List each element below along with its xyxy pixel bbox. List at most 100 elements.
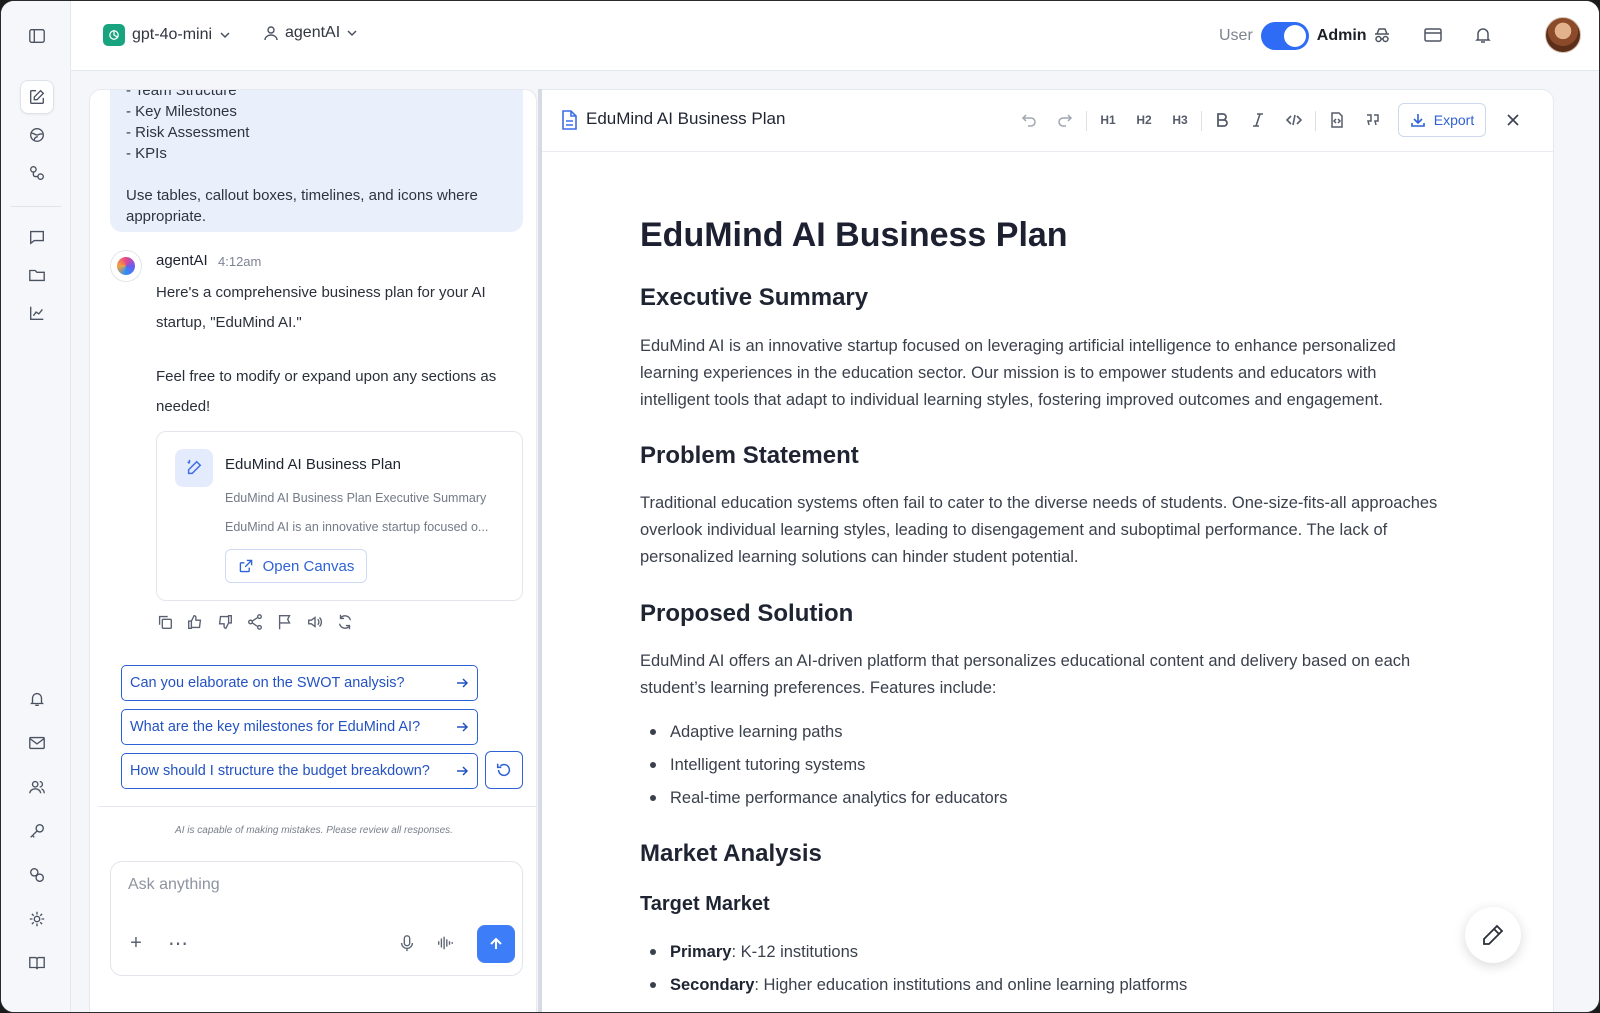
analytics-icon[interactable] <box>20 296 54 330</box>
edit-pencil-icon <box>175 449 213 487</box>
suggestion-label: How should I structure the budget breakd… <box>130 763 430 779</box>
explore-icon[interactable] <box>20 118 54 152</box>
refresh-icon <box>496 763 511 777</box>
user-message-bubble: - Team Structure - Key Milestones - Risk… <box>110 90 523 232</box>
left-rail <box>1 1 71 1012</box>
list-item: Real-time performance analytics for educ… <box>640 786 1007 819</box>
export-label: Export <box>1433 112 1475 128</box>
export-button[interactable]: Export <box>1398 103 1486 137</box>
user-avatar[interactable] <box>1545 17 1581 53</box>
item-label: Secondary <box>670 976 755 994</box>
list-item: Intelligent tutoring systems <box>640 753 1007 786</box>
card-preview: EduMind AI is an innovative startup focu… <box>225 520 489 534</box>
person-icon <box>264 26 278 41</box>
canvas-title: EduMind AI Business Plan <box>586 109 786 128</box>
close-canvas-icon[interactable] <box>1502 109 1524 131</box>
section-heading: Executive Summary <box>640 284 869 311</box>
agent-name: agentAI <box>156 252 208 269</box>
quote-icon[interactable] <box>1362 109 1384 131</box>
users-icon[interactable] <box>20 770 54 804</box>
external-link-icon <box>239 559 252 573</box>
share-icon[interactable] <box>246 613 264 631</box>
send-button[interactable] <box>477 925 515 963</box>
role-switch: User Admin <box>1219 22 1367 50</box>
thumbs-down-icon[interactable] <box>216 613 234 631</box>
billing-card-icon[interactable] <box>1423 25 1443 45</box>
message-composer: + ⋯ <box>110 861 523 976</box>
undo-icon[interactable] <box>1018 109 1040 131</box>
role-toggle[interactable] <box>1260 22 1309 50</box>
workflow-icon[interactable] <box>20 156 54 190</box>
more-options-icon[interactable]: ⋯ <box>168 933 188 955</box>
section-heading: Proposed Solution <box>640 600 854 627</box>
flag-icon[interactable] <box>276 613 294 631</box>
open-canvas-button[interactable]: Open Canvas <box>225 549 367 583</box>
settings-icon[interactable] <box>20 902 54 936</box>
refresh-suggestions-button[interactable] <box>485 751 523 789</box>
item-text: : K-12 institutions <box>731 943 859 961</box>
heading-2-button[interactable]: H2 <box>1133 109 1155 131</box>
thumbs-up-icon[interactable] <box>186 613 204 631</box>
heading-1-button[interactable]: H1 <box>1097 109 1119 131</box>
suggestion-label: Can you elaborate on the SWOT analysis? <box>130 675 405 691</box>
openai-logo-icon <box>103 24 125 46</box>
incognito-icon[interactable] <box>1372 25 1392 45</box>
italic-icon[interactable] <box>1247 109 1269 131</box>
bell-icon[interactable] <box>1473 25 1493 45</box>
section-paragraph: Traditional education systems often fail… <box>640 494 1438 566</box>
message-actions <box>156 613 354 631</box>
edit-fab-button[interactable] <box>1465 907 1521 963</box>
redo-icon[interactable] <box>1054 109 1076 131</box>
app-window: gpt-4o-mini agentAI User Admin - Team St… <box>0 0 1600 1013</box>
document-title: EduMind AI Business Plan <box>640 216 1068 254</box>
arrow-up-icon <box>490 937 502 949</box>
agent-message-paragraph: Feel free to modify or expand upon any s… <box>156 368 497 415</box>
suggestion-button[interactable]: How should I structure the budget breakd… <box>121 753 478 789</box>
arrow-right-icon <box>457 766 469 776</box>
microphone-icon[interactable] <box>398 934 416 952</box>
copy-icon[interactable] <box>156 613 174 631</box>
chats-icon[interactable] <box>20 220 54 254</box>
card-title: EduMind AI Business Plan <box>225 456 401 473</box>
canvas-panel: EduMind AI Business Plan H1 H2 H3 Export… <box>542 89 1554 1012</box>
document-icon <box>562 110 577 130</box>
model-name: gpt-4o-mini <box>132 26 213 43</box>
folder-icon[interactable] <box>20 258 54 292</box>
regenerate-icon[interactable] <box>336 613 354 631</box>
docs-book-icon[interactable] <box>20 946 54 980</box>
heading-3-button[interactable]: H3 <box>1169 109 1191 131</box>
agent-message-text: Here's a comprehensive business plan for… <box>156 278 516 422</box>
key-icon[interactable] <box>20 814 54 848</box>
arrow-right-icon <box>457 678 469 688</box>
suggestion-button[interactable]: What are the key milestones for EduMind … <box>121 709 478 745</box>
role-admin-label: Admin <box>1316 27 1367 44</box>
new-chat-icon[interactable] <box>20 80 54 114</box>
model-selector[interactable]: gpt-4o-mini <box>103 24 231 46</box>
voice-waveform-icon[interactable] <box>436 934 454 952</box>
sidebar-toggle-icon[interactable] <box>20 19 54 53</box>
mail-icon[interactable] <box>20 726 54 760</box>
list-item: Adaptive learning paths <box>640 720 1007 753</box>
ask-input[interactable] <box>128 872 488 898</box>
plus-icon[interactable]: + <box>127 932 145 954</box>
code-file-icon[interactable] <box>1326 109 1348 131</box>
agent-message-paragraph: Here's a comprehensive business plan for… <box>156 284 486 331</box>
user-message-closing: Use tables, callout boxes, timelines, an… <box>126 187 478 225</box>
agent-name-label: agentAI <box>285 24 341 41</box>
agent-selector[interactable]: agentAI <box>263 24 358 42</box>
list-item: Secondary: Higher education institutions… <box>640 973 1187 1006</box>
arrow-right-icon <box>457 722 469 732</box>
bold-icon[interactable] <box>1211 109 1233 131</box>
integrations-icon[interactable] <box>20 858 54 892</box>
read-aloud-icon[interactable] <box>306 613 324 631</box>
list-item: Primary: K-12 institutions <box>640 940 1187 973</box>
chat-panel: - Team Structure - Key Milestones - Risk… <box>89 89 537 1012</box>
ai-disclaimer: AI is capable of making mistakes. Please… <box>175 825 453 836</box>
section-paragraph: EduMind AI is an innovative startup focu… <box>640 337 1396 409</box>
chevron-down-icon <box>347 30 357 37</box>
notifications-rail-icon[interactable] <box>20 682 54 716</box>
suggestion-button[interactable]: Can you elaborate on the SWOT analysis? <box>121 665 478 701</box>
code-icon[interactable] <box>1283 109 1305 131</box>
role-user-label: User <box>1219 27 1253 44</box>
canvas-artifact-card[interactable]: EduMind AI Business Plan EduMind AI Busi… <box>156 431 523 601</box>
